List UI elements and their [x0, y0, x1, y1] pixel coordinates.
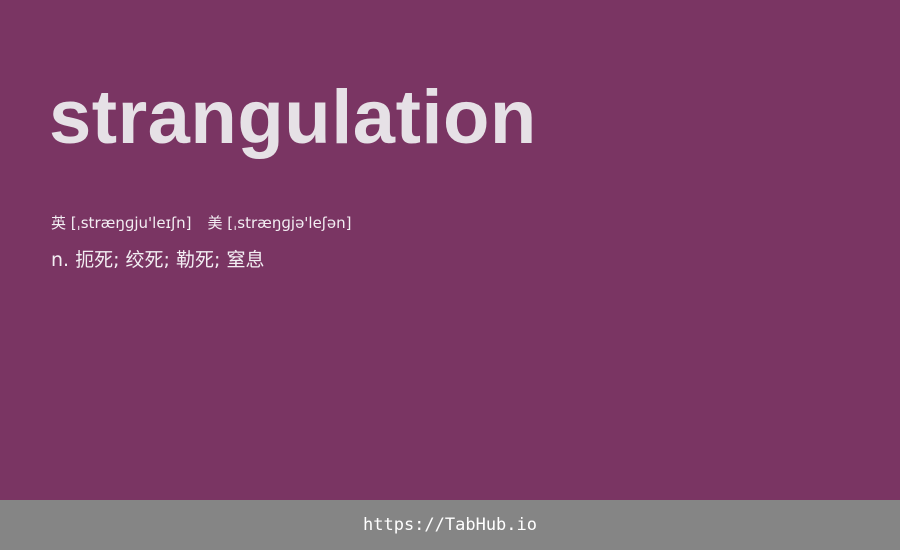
- tabhub-link[interactable]: https://TabHub.io: [363, 515, 537, 535]
- footer-bar: https://TabHub.io: [0, 500, 900, 550]
- headword: strangulation: [49, 75, 537, 160]
- phonetic-us: 美 [ˌstræŋɡjə'leʃən]: [207, 214, 352, 232]
- phonetic-uk: 英 [ˌstræŋɡju'leɪʃn]: [51, 214, 192, 232]
- phonetics-line: 英 [ˌstræŋɡju'leɪʃn] 美 [ˌstræŋɡjə'leʃən]: [51, 212, 351, 234]
- definition: n. 扼死; 绞死; 勒死; 窒息: [51, 249, 265, 271]
- main-panel: strangulation 英 [ˌstræŋɡju'leɪʃn] 美 [ˌstr…: [0, 0, 900, 500]
